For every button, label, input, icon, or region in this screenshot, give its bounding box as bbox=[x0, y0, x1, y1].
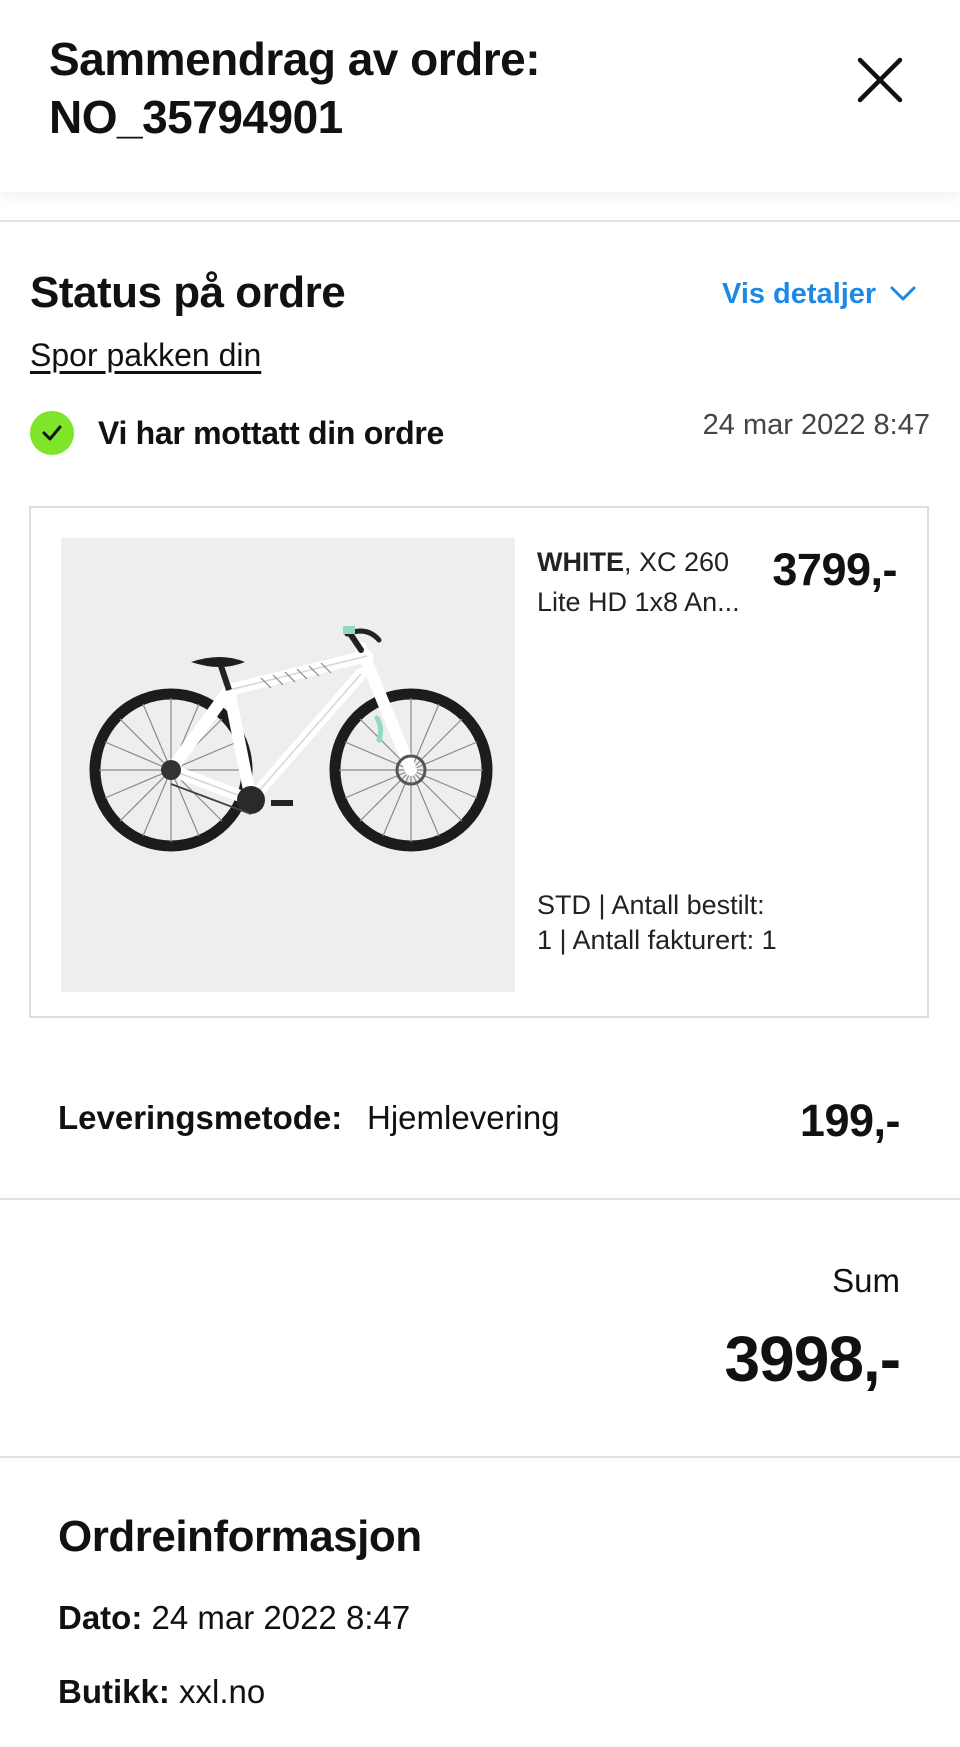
order-summary-title: Sammendrag av ordre: NO_35794901 bbox=[49, 30, 541, 146]
status-step-received: Vi har mottatt din ordre 24 mar 2022 8:4… bbox=[30, 409, 930, 459]
status-step-label: Vi har mottatt din ordre bbox=[98, 415, 445, 451]
order-summary-header: Sammendrag av ordre: NO_35794901 bbox=[0, 0, 960, 192]
track-package-link[interactable]: Spor pakken din bbox=[30, 337, 261, 374]
order-info-title: Ordreinformasjon bbox=[58, 1512, 422, 1561]
close-button[interactable] bbox=[852, 52, 908, 108]
divider bbox=[0, 1198, 960, 1200]
close-icon bbox=[857, 57, 903, 103]
bicycle-image bbox=[61, 538, 515, 992]
title-line-1: Sammendrag av ordre: bbox=[49, 33, 541, 85]
show-details-label: Vis detaljer bbox=[722, 277, 877, 310]
order-date-row: Dato: 24 mar 2022 8:47 bbox=[58, 1599, 410, 1637]
sum-label: Sum bbox=[832, 1262, 900, 1299]
order-date-label: Dato: bbox=[58, 1599, 143, 1636]
order-status-title: Status på ordre bbox=[30, 268, 346, 317]
product-brand: WHITE bbox=[537, 547, 624, 577]
delivery-method-label: Leveringsmetode: bbox=[58, 1099, 343, 1136]
delivery-method-value: Hjemlevering bbox=[367, 1099, 560, 1136]
status-step-date: 24 mar 2022 8:47 bbox=[702, 409, 930, 441]
show-details-toggle[interactable]: Vis detaljer bbox=[722, 274, 916, 314]
product-name[interactable]: WHITE, XC 260 Lite HD 1x8 An... bbox=[537, 542, 747, 622]
sum-total: 3998,- bbox=[724, 1323, 901, 1395]
order-number: NO_35794901 bbox=[49, 91, 343, 143]
divider bbox=[0, 220, 960, 222]
order-store-label: Butikk: bbox=[58, 1673, 170, 1710]
product-price: 3799,- bbox=[772, 544, 897, 595]
product-quantity-info: STD | Antall bestilt: 1 | Antall fakture… bbox=[537, 890, 777, 955]
check-icon bbox=[30, 411, 74, 455]
delivery-method-row: Leveringsmetode: Hjemlevering 199,- bbox=[58, 1095, 901, 1146]
delivery-price: 199,- bbox=[799, 1095, 901, 1146]
order-store-value: xxl.no bbox=[179, 1673, 266, 1710]
chevron-down-icon bbox=[890, 286, 916, 301]
order-date-value: 24 mar 2022 8:47 bbox=[151, 1599, 411, 1636]
product-card[interactable]: WHITE, XC 260 Lite HD 1x8 An... 3799,- S… bbox=[29, 506, 929, 1018]
divider bbox=[0, 1456, 960, 1458]
order-store-row: Butikk: xxl.no bbox=[58, 1673, 265, 1711]
